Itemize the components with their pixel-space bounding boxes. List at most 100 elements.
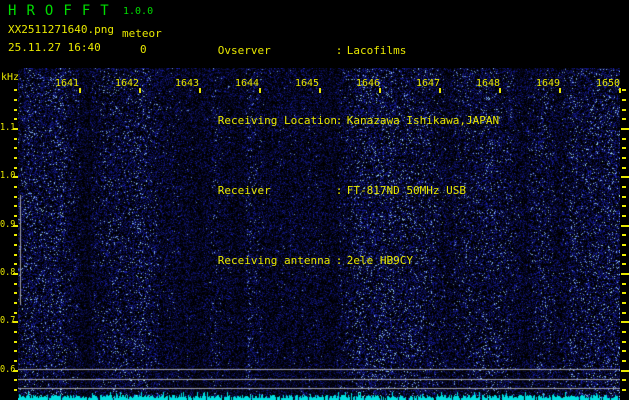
freq-tick [14, 196, 17, 198]
timestamp: 25.11.27 16:40 [8, 41, 101, 54]
freq-tick [14, 186, 17, 188]
freq-tick [622, 205, 626, 207]
freq-axis-unit-label: kHz [1, 72, 19, 83]
app-title: H R O F F T [8, 3, 110, 19]
time-tick [439, 88, 441, 93]
freq-tick [14, 331, 17, 333]
freq-tick [622, 283, 626, 285]
info-value: FT-817ND 50MHz USB [347, 184, 466, 197]
time-tick-label: 1644 [235, 79, 259, 89]
meteor-counter-label: meteor [122, 27, 162, 40]
info-row-observer: Ovserver:Lacofilms [178, 30, 499, 72]
time-tick-label: 1647 [416, 79, 440, 89]
freq-tick [622, 263, 626, 265]
freq-tick [14, 89, 17, 91]
freq-tick [14, 254, 17, 256]
freq-tick [621, 225, 629, 227]
freq-tick [14, 157, 17, 159]
freq-tick [622, 302, 626, 304]
output-filename: XX2511271640.png [8, 23, 114, 36]
time-tick-label: 1650 [596, 79, 620, 89]
freq-tick [621, 370, 629, 372]
freq-tick [14, 263, 17, 265]
info-separator: : [336, 44, 347, 58]
freq-tick [14, 244, 17, 246]
app-version: 1.0.0 [123, 6, 153, 17]
time-tick [199, 88, 201, 93]
freq-tick [621, 273, 629, 275]
freq-tick-label: 0.8 [0, 268, 17, 278]
time-tick-label: 1645 [295, 79, 319, 89]
time-tick [139, 88, 141, 93]
time-tick [559, 88, 561, 93]
freq-tick [14, 118, 17, 120]
freq-tick-label: 1.0 [0, 171, 17, 181]
freq-tick [14, 292, 17, 294]
info-value: 2ele HB9CY [347, 254, 413, 267]
info-separator: : [336, 254, 347, 268]
freq-tick [622, 312, 626, 314]
freq-tick [14, 302, 17, 304]
freq-tick [14, 147, 17, 149]
freq-tick [622, 379, 626, 381]
info-label: Receiving Location [218, 114, 336, 128]
time-tick-label: 1643 [175, 79, 199, 89]
freq-tick [14, 234, 17, 236]
freq-tick [14, 341, 17, 343]
freq-tick [14, 99, 17, 101]
freq-tick [622, 167, 626, 169]
time-tick [259, 88, 261, 93]
info-row-receiver: Receiver:FT-817ND 50MHz USB [178, 170, 499, 212]
freq-tick [622, 157, 626, 159]
freq-tick [622, 341, 626, 343]
freq-tick [14, 205, 17, 207]
freq-tick-label: 0.9 [0, 220, 17, 230]
info-row-antenna: Receiving antenna:2ele HB9CY [178, 240, 499, 282]
freq-tick [14, 167, 17, 169]
freq-tick [14, 389, 17, 391]
freq-tick [622, 254, 626, 256]
info-label: Receiving antenna [218, 254, 336, 268]
freq-tick [622, 360, 626, 362]
freq-tick [622, 234, 626, 236]
freq-tick [14, 379, 17, 381]
time-tick [619, 88, 621, 93]
freq-tick [14, 312, 17, 314]
info-label: Receiver [218, 184, 336, 198]
freq-tick [14, 215, 17, 217]
info-separator: : [336, 184, 347, 198]
hrofft-window: H R O F F T 1.0.0 XX2511271640.png meteo… [0, 0, 629, 400]
freq-tick [14, 360, 17, 362]
freq-tick [622, 138, 626, 140]
freq-tick [621, 176, 629, 178]
time-tick-label: 1649 [536, 79, 560, 89]
station-info: Ovserver:Lacofilms Receiving Location:Ka… [178, 2, 499, 310]
freq-tick [622, 350, 626, 352]
freq-tick [622, 99, 626, 101]
freq-tick [621, 321, 629, 323]
info-row-location: Receiving Location:Kanazawa Ishikawa,JAP… [178, 100, 499, 142]
freq-tick-label: 0.6 [0, 365, 17, 375]
freq-tick [14, 138, 17, 140]
freq-tick [621, 128, 629, 130]
freq-tick-label: 1.1 [0, 123, 17, 133]
freq-tick [14, 283, 17, 285]
freq-tick [14, 350, 17, 352]
info-label: Ovserver [218, 44, 336, 58]
time-tick [499, 88, 501, 93]
time-tick [379, 88, 381, 93]
time-tick-label: 1646 [356, 79, 380, 89]
freq-tick [622, 331, 626, 333]
freq-tick [622, 389, 626, 391]
freq-tick [622, 89, 626, 91]
freq-tick-label: 0.7 [0, 316, 17, 326]
freq-tick [622, 292, 626, 294]
info-separator: : [336, 114, 347, 128]
meteor-counter-value: 0 [140, 43, 147, 56]
info-value: Kanazawa Ishikawa,JAPAN [347, 114, 499, 127]
freq-tick [622, 147, 626, 149]
time-tick-label: 1642 [115, 79, 139, 89]
time-tick [79, 88, 81, 93]
freq-tick [622, 186, 626, 188]
time-tick [319, 88, 321, 93]
